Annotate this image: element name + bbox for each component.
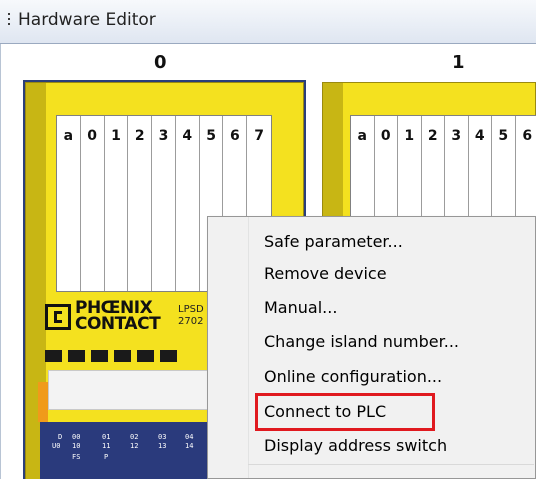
phoenix-logo-icon bbox=[45, 304, 71, 330]
menu-item-online-configuration[interactable]: Online configuration... bbox=[249, 360, 535, 394]
led-indicator bbox=[68, 350, 85, 362]
terminal-label: 11 bbox=[102, 442, 111, 450]
menu-item-change-island-number[interactable]: Change island number... bbox=[249, 325, 535, 359]
menu-item-display-address-switch[interactable]: Display address switch bbox=[249, 429, 535, 463]
product-code-line2: 2702 bbox=[178, 316, 204, 327]
column-label: 0 bbox=[380, 128, 391, 144]
terminal-label: FS bbox=[72, 453, 81, 461]
menu-separator bbox=[248, 464, 534, 465]
grip-icon[interactable] bbox=[8, 13, 11, 29]
channel-column: 1 bbox=[105, 116, 129, 291]
led-indicator bbox=[45, 350, 62, 362]
channel-column: 4 bbox=[176, 116, 200, 291]
title-bar: Hardware Editor bbox=[0, 0, 536, 44]
column-label: 5 bbox=[498, 128, 509, 144]
device-0-terminal-block: D U0 00 10 01 11 FS 02 12 P 03 13 04 14 bbox=[40, 422, 210, 479]
led-indicator bbox=[114, 350, 131, 362]
led-indicator bbox=[91, 350, 108, 362]
column-label: 5 bbox=[206, 128, 216, 144]
device-0-label-strip bbox=[48, 370, 208, 410]
column-label: 7 bbox=[254, 128, 264, 144]
slot-number-0: 0 bbox=[154, 52, 167, 73]
hardware-editor-window: Hardware Editor 0 1 a 0 1 2 3 4 5 6 7 PH… bbox=[0, 0, 536, 479]
led-indicator bbox=[160, 350, 177, 362]
column-label: 6 bbox=[229, 128, 240, 144]
terminal-label: 13 bbox=[158, 442, 167, 450]
column-label: 4 bbox=[474, 128, 485, 144]
menu-item-manual[interactable]: Manual... bbox=[249, 291, 535, 325]
terminal-label: U0 bbox=[52, 442, 61, 450]
column-label: 2 bbox=[427, 128, 438, 144]
product-code-line1: LPSD bbox=[178, 304, 204, 315]
phoenix-contact-logo: PHŒNIX CONTACT bbox=[45, 300, 177, 338]
orange-tab bbox=[38, 382, 48, 422]
column-label: a bbox=[357, 128, 367, 144]
channel-column: 3 bbox=[152, 116, 176, 291]
highlight-box bbox=[255, 393, 435, 431]
channel-column: 0 bbox=[81, 116, 105, 291]
slot-number-1: 1 bbox=[452, 52, 465, 73]
terminal-label: P bbox=[104, 453, 109, 461]
column-label: 6 bbox=[522, 128, 533, 144]
channel-column: 2 bbox=[128, 116, 153, 291]
terminal-label: 10 bbox=[72, 442, 81, 450]
column-label: 1 bbox=[404, 128, 415, 144]
menu-item-remove-device[interactable]: Remove device bbox=[249, 257, 535, 291]
menu-item-safe-parameter[interactable]: Safe parameter... bbox=[249, 225, 535, 259]
column-label: 4 bbox=[182, 128, 193, 144]
column-label: 2 bbox=[134, 128, 145, 144]
channel-column: a bbox=[57, 116, 81, 291]
window-title: Hardware Editor bbox=[18, 10, 156, 30]
led-indicator bbox=[137, 350, 154, 362]
column-label: 3 bbox=[451, 128, 462, 144]
column-label: 3 bbox=[158, 128, 169, 144]
context-menu: Safe parameter... Remove device Manual..… bbox=[207, 216, 536, 479]
column-label: a bbox=[63, 128, 74, 144]
terminal-label: 12 bbox=[130, 442, 139, 450]
column-label: 1 bbox=[111, 128, 121, 144]
device-0-led-row bbox=[45, 350, 177, 362]
menu-icon-gutter bbox=[208, 217, 246, 478]
terminal-label: 14 bbox=[185, 442, 194, 450]
logo-text-line2: CONTACT bbox=[75, 314, 161, 334]
column-label: 0 bbox=[87, 128, 98, 144]
